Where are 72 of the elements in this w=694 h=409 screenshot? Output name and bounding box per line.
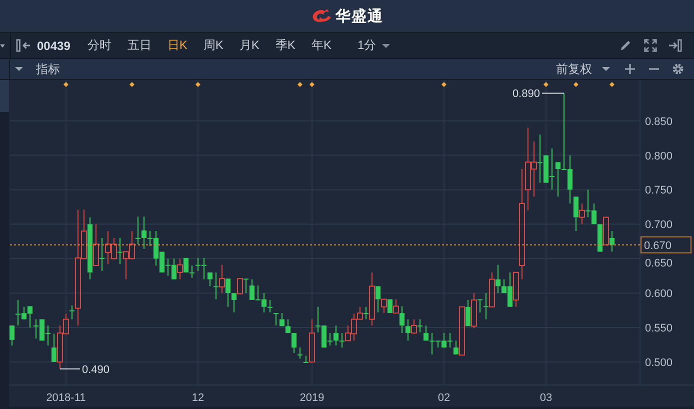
y-axis-label: 0.550 (645, 322, 673, 335)
adjustment-dropdown[interactable]: 前复权 (552, 60, 614, 78)
candlestick (339, 332, 344, 348)
settings-icon[interactable] (672, 63, 684, 75)
candlestick (518, 168, 525, 280)
event-marker-icon[interactable] (609, 82, 614, 87)
event-marker-icon[interactable] (63, 82, 68, 87)
pencil-icon[interactable] (618, 38, 633, 53)
candlestick (141, 216, 146, 250)
candlestick (135, 216, 140, 245)
last-price-tag: 0.670 (640, 236, 692, 254)
candlestick (213, 272, 218, 300)
candlestick (399, 306, 404, 334)
arrow-bracket-icon[interactable] (668, 38, 683, 53)
interval-dropdown[interactable]: 1分 (353, 36, 394, 56)
event-marker-icon[interactable] (543, 82, 548, 87)
event-marker-icon[interactable] (195, 82, 200, 87)
fullscreen-icon[interactable] (643, 38, 658, 53)
leader-line (541, 92, 564, 94)
ref-line-label: 0.670 (644, 240, 672, 252)
x-axis-label: 02 (438, 392, 450, 404)
period-tab[interactable]: 年K (303, 36, 340, 56)
candlestick (363, 306, 368, 320)
y-axis-label: 0.750 (645, 184, 673, 197)
period-tab[interactable]: 分时 (79, 36, 120, 56)
candlestick (117, 237, 122, 265)
candlestick (176, 258, 183, 280)
candlestick (267, 299, 272, 313)
candlestick (333, 324, 338, 346)
candlestick (405, 318, 410, 342)
x-axis-label: 2019 (300, 392, 324, 404)
leader-line (59, 368, 80, 370)
period-tab[interactable]: 周K (195, 36, 232, 56)
y-axis-label: 0.500 (645, 356, 673, 369)
candlestick (69, 304, 74, 320)
y-axis-label: 0.650 (645, 258, 673, 270)
candlestick (495, 264, 500, 294)
bracket-arrow-icon[interactable] (16, 38, 31, 53)
event-marker-icon[interactable] (129, 82, 134, 87)
period-tab[interactable]: 五日 (119, 36, 160, 56)
price-annotation: 0.490 (82, 364, 110, 376)
event-marker-icon[interactable] (309, 82, 314, 87)
period-tab[interactable]: 日K (159, 36, 196, 56)
candlestick (483, 292, 488, 320)
caret-icon (382, 42, 390, 48)
x-axis-label: 2018-11 (46, 392, 86, 404)
event-marker-icon[interactable] (297, 82, 302, 87)
scrollbar-thumb[interactable] (0, 80, 9, 112)
indicator-label[interactable]: 指标 (36, 60, 60, 78)
event-marker-icon[interactable] (573, 82, 578, 87)
y-axis-label: 0.600 (645, 288, 673, 300)
price-annotation: 0.890 (512, 88, 540, 100)
candlestick (99, 237, 104, 272)
y-axis-label: 0.850 (645, 116, 673, 128)
caret-icon[interactable] (15, 66, 23, 72)
candlestick (87, 216, 92, 280)
event-marker-icon[interactable] (441, 82, 446, 87)
brand-name: 华盛通 (336, 6, 384, 26)
y-axis-label: 0.800 (645, 150, 673, 162)
candlestick (297, 347, 302, 360)
caret-icon (602, 66, 610, 72)
period-tab[interactable]: 月K (231, 36, 268, 56)
x-axis-label: 12 (192, 392, 204, 404)
caret-icon[interactable] (0, 42, 5, 48)
period-tab[interactable]: 季K (267, 36, 304, 56)
logo-icon (310, 8, 332, 24)
plus-icon[interactable] (624, 63, 636, 75)
y-axis-label: 0.700 (645, 219, 673, 232)
x-axis-label: 03 (540, 392, 552, 404)
candlestick (417, 318, 422, 333)
stock-code: 00439 (37, 38, 70, 52)
candlestick (189, 265, 194, 278)
